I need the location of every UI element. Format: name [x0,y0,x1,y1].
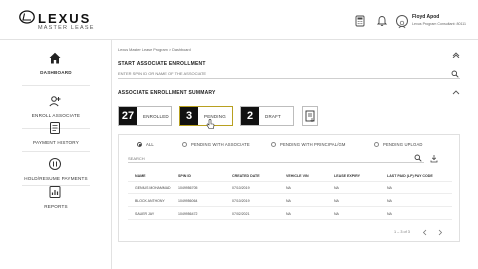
table-divider [128,193,452,194]
cell-name[interactable]: SAUER JAY [135,212,154,216]
sidebar-item-dashboard[interactable]: DASHBOARD [0,46,112,82]
tile-enrolled[interactable]: 27 ENROLLED [118,106,172,126]
chevron-right-icon[interactable] [437,229,443,236]
tile-label: DRAFT [265,114,281,119]
cell-created-date: 07/10/2019 [232,199,250,203]
tile-count: 27 [119,107,137,125]
tile-draft[interactable]: 2 DRAFT [240,106,294,126]
table-divider [128,219,452,220]
chevron-up-icon[interactable] [452,90,460,95]
table-divider [128,181,452,182]
user-icon [398,20,406,29]
pagination-text: 1 – 3 of 3 [394,230,410,234]
cell-last-paid: NA [387,186,392,190]
column-header-created-date[interactable]: CREATED DATE [232,174,260,178]
table-search-input[interactable] [128,154,424,163]
payment-history-icon [50,122,60,134]
cell-created-date: 07/10/2019 [232,186,250,190]
cell-spin-id: 1049956064 [178,199,198,203]
tile-count: 2 [241,107,259,125]
document-download-icon [305,110,315,122]
radio-dot [137,142,142,147]
cell-last-paid: NA [387,212,392,216]
sidebar: DASHBOARD ENROLL ASSOCIATE PAYMENT HISTO… [0,40,112,269]
column-header-lease-expiry[interactable]: LEASE EXPIRY [334,174,360,178]
user-name[interactable]: Floyd Apod [412,14,439,20]
enroll-icon [49,96,61,107]
cell-last-paid: NA [387,199,392,203]
sidebar-item-label: PAYMENT HISTORY [33,140,79,145]
sidebar-item-payment-history[interactable]: PAYMENT HISTORY [0,116,112,152]
cell-vehicle-vin: NA [286,212,291,216]
breadcrumb[interactable]: Lexus Master Lease Program > Dashboard [118,48,191,52]
cell-name[interactable]: GENIUS MOHAMMAD [135,186,171,190]
column-header-spin-id[interactable]: SPIN ID [178,174,191,178]
radio-label: PENDING WITH ASSOCIATE [191,142,250,147]
enroll-section-title: START ASSOCIATE ENROLLMENT [118,61,206,67]
reports-icon [49,186,61,198]
hand-cursor-icon [206,119,215,129]
associate-search-input[interactable] [118,69,460,79]
search-icon[interactable] [414,154,422,162]
avatar[interactable] [396,15,408,29]
hold-resume-icon [49,158,61,170]
cell-spin-id: 1049956705 [178,186,198,190]
radio-label: PENDING UPLOAD [383,142,423,147]
user-role: Lexus Program Consultant: 80111 [412,22,467,26]
search-icon[interactable] [451,70,459,78]
tile-count: 3 [180,107,198,125]
chevron-up-icon[interactable] [452,52,460,58]
app-header: LEXUS MASTER LEASE Floyd Apod Lexus Prog… [0,0,478,40]
cell-lease-expiry: NA [334,199,339,203]
table-divider [128,206,452,207]
calculator-icon[interactable] [354,15,366,27]
logo-wordmark: LEXUS [38,11,92,26]
cell-created-date: 07/02/2021 [232,212,250,216]
sidebar-item-label: DASHBOARD [40,70,72,75]
logo-subtitle: MASTER LEASE [38,25,95,31]
sidebar-item-label: REPORTS [44,204,68,209]
export-tile[interactable] [302,106,318,126]
radio-dot [374,142,379,147]
column-header-vehicle-vin[interactable]: VEHICLE VIN [286,174,309,178]
cell-spin-id: 1049956472 [178,212,198,216]
column-header-last-paid[interactable]: LAST PAID (LP) PAY CODE [387,174,433,178]
radio-label: PENDING WITH PRINCIPAL/GM [280,142,346,147]
cell-lease-expiry: NA [334,186,339,190]
cell-vehicle-vin: NA [286,186,291,190]
lexus-logo-mark [19,10,35,24]
radio-label: ALL [146,142,154,147]
radio-dot [271,142,276,147]
sidebar-item-reports[interactable]: REPORTS [0,180,112,216]
cell-name[interactable]: BLOCK ANTHONY [135,199,165,203]
sidebar-divider [22,85,90,86]
column-header-name[interactable]: NAME [135,174,146,178]
radio-dot [182,142,187,147]
chevron-left-icon[interactable] [422,229,428,236]
cell-vehicle-vin: NA [286,199,291,203]
download-icon[interactable] [430,154,438,163]
cell-lease-expiry: NA [334,212,339,216]
summary-section-title: ASSOCIATE ENROLLMENT SUMMARY [118,90,216,96]
bell-icon[interactable] [376,15,388,27]
tile-label: ENROLLED [143,114,169,119]
home-icon [49,52,61,64]
